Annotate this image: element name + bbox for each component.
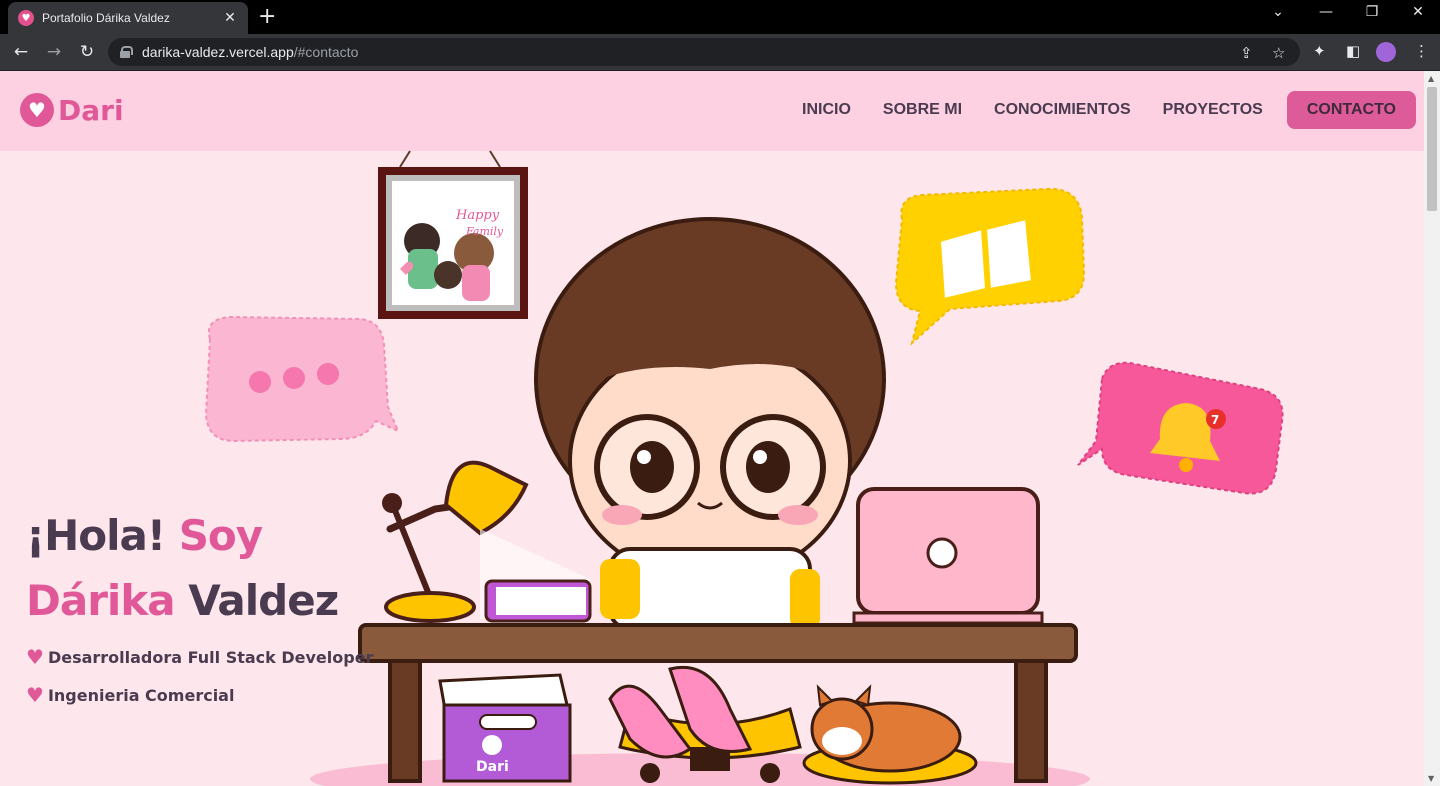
- hero-greeting: ¡Hola! Soy: [26, 511, 373, 560]
- tab-close-icon[interactable]: ✕: [222, 10, 238, 26]
- logo-text: Dari: [58, 93, 124, 127]
- page-viewport: ♥ Dari INICIO SOBRE MI CONOCIMIENTOS PRO…: [0, 71, 1424, 786]
- site-header: ♥ Dari INICIO SOBRE MI CONOCIMIENTOS PRO…: [0, 71, 1424, 151]
- family-picture-frame: Happy Family: [378, 167, 528, 319]
- reload-icon[interactable]: ↻: [76, 41, 98, 63]
- minimize-icon[interactable]: —: [1306, 4, 1346, 20]
- side-panel-icon[interactable]: ◧: [1346, 42, 1360, 60]
- main-nav: INICIO SOBRE MI CONOCIMIENTOS PROYECTOS …: [770, 91, 1416, 129]
- scroll-up-arrow-icon[interactable]: ▲: [1428, 74, 1434, 83]
- heart-bullet-icon: ♥: [26, 645, 44, 669]
- girl-character: [534, 217, 886, 631]
- extensions-puzzle-icon[interactable]: ✦: [1313, 42, 1326, 60]
- hero-degree-line: ♥ Ingenieria Comercial: [26, 683, 373, 707]
- nav-proyectos[interactable]: PROYECTOS: [1163, 91, 1263, 129]
- frame-text-family: Family: [465, 225, 504, 238]
- nav-sobre-mi[interactable]: SOBRE MI: [883, 91, 962, 129]
- storage-box: Dari: [438, 673, 572, 783]
- laptop: [852, 487, 1044, 625]
- browser-tab-strip: ♥ Portafolio Dárika Valdez ✕ + ⌄ — ❐ ✕: [0, 0, 1440, 34]
- typing-bubble: [204, 315, 400, 443]
- notification-bubble: 7: [1077, 361, 1284, 495]
- hero-name: Dárika Valdez: [26, 576, 373, 625]
- back-icon[interactable]: ←: [10, 41, 32, 63]
- url-host: darika-valdez.vercel.app: [142, 44, 294, 60]
- profile-avatar[interactable]: [1376, 42, 1396, 62]
- hero-role-line: ♥ Desarrolladora Full Stack Developer: [26, 645, 373, 669]
- heart-bullet-icon: ♥: [26, 683, 44, 707]
- browser-toolbar: ← → ↻ darika-valdez.vercel.app /#contact…: [0, 34, 1440, 70]
- last-name: Valdez: [188, 576, 339, 625]
- book-bubble: [894, 187, 1086, 346]
- logo-heart-icon: ♥: [20, 93, 54, 127]
- sleeping-dog: [802, 684, 978, 785]
- frame-text-happy: Happy: [455, 208, 500, 223]
- nav-contacto[interactable]: CONTACTO: [1286, 91, 1416, 129]
- heart-favicon-icon: ♥: [18, 10, 34, 26]
- page-scrollbar[interactable]: ▲ ▼: [1424, 71, 1440, 786]
- forward-icon[interactable]: →: [43, 41, 65, 63]
- nav-conocimientos[interactable]: CONOCIMIENTOS: [994, 91, 1131, 129]
- scroll-down-arrow-icon[interactable]: ▼: [1428, 774, 1434, 783]
- first-name: Dárika: [26, 576, 176, 625]
- new-tab-icon[interactable]: +: [258, 4, 276, 29]
- hero-text: ¡Hola! Soy Dárika Valdez ♥ Desarrollador…: [26, 511, 373, 707]
- book-stack: [484, 579, 592, 623]
- tab-search-icon[interactable]: ⌄: [1258, 4, 1298, 20]
- bookmark-star-icon[interactable]: ☆: [1272, 44, 1285, 62]
- tab-title: Portafolio Dárika Valdez: [42, 11, 170, 25]
- hero-degree: Ingenieria Comercial: [47, 685, 235, 705]
- scrollbar-thumb[interactable]: [1427, 87, 1437, 211]
- share-icon[interactable]: ⇪: [1240, 44, 1253, 62]
- browser-tab[interactable]: ♥ Portafolio Dárika Valdez ✕: [8, 2, 248, 34]
- box-label: Dari: [476, 759, 509, 775]
- lock-icon: [120, 46, 133, 58]
- nav-inicio[interactable]: INICIO: [802, 91, 851, 129]
- site-logo[interactable]: ♥ Dari: [20, 93, 124, 127]
- hero-role: Desarrolladora Full Stack Developer: [47, 647, 374, 667]
- window-close-icon[interactable]: ✕: [1398, 4, 1438, 20]
- url-path: /#contacto: [293, 44, 359, 60]
- more-menu-icon[interactable]: ⋮: [1414, 42, 1429, 60]
- greeting-word: ¡Hola!: [26, 511, 166, 560]
- notification-count: 7: [1211, 413, 1219, 427]
- soy-word: Soy: [178, 511, 263, 560]
- address-bar[interactable]: darika-valdez.vercel.app /#contacto ⇪ ☆: [108, 38, 1300, 66]
- restore-icon[interactable]: ❐: [1352, 4, 1392, 20]
